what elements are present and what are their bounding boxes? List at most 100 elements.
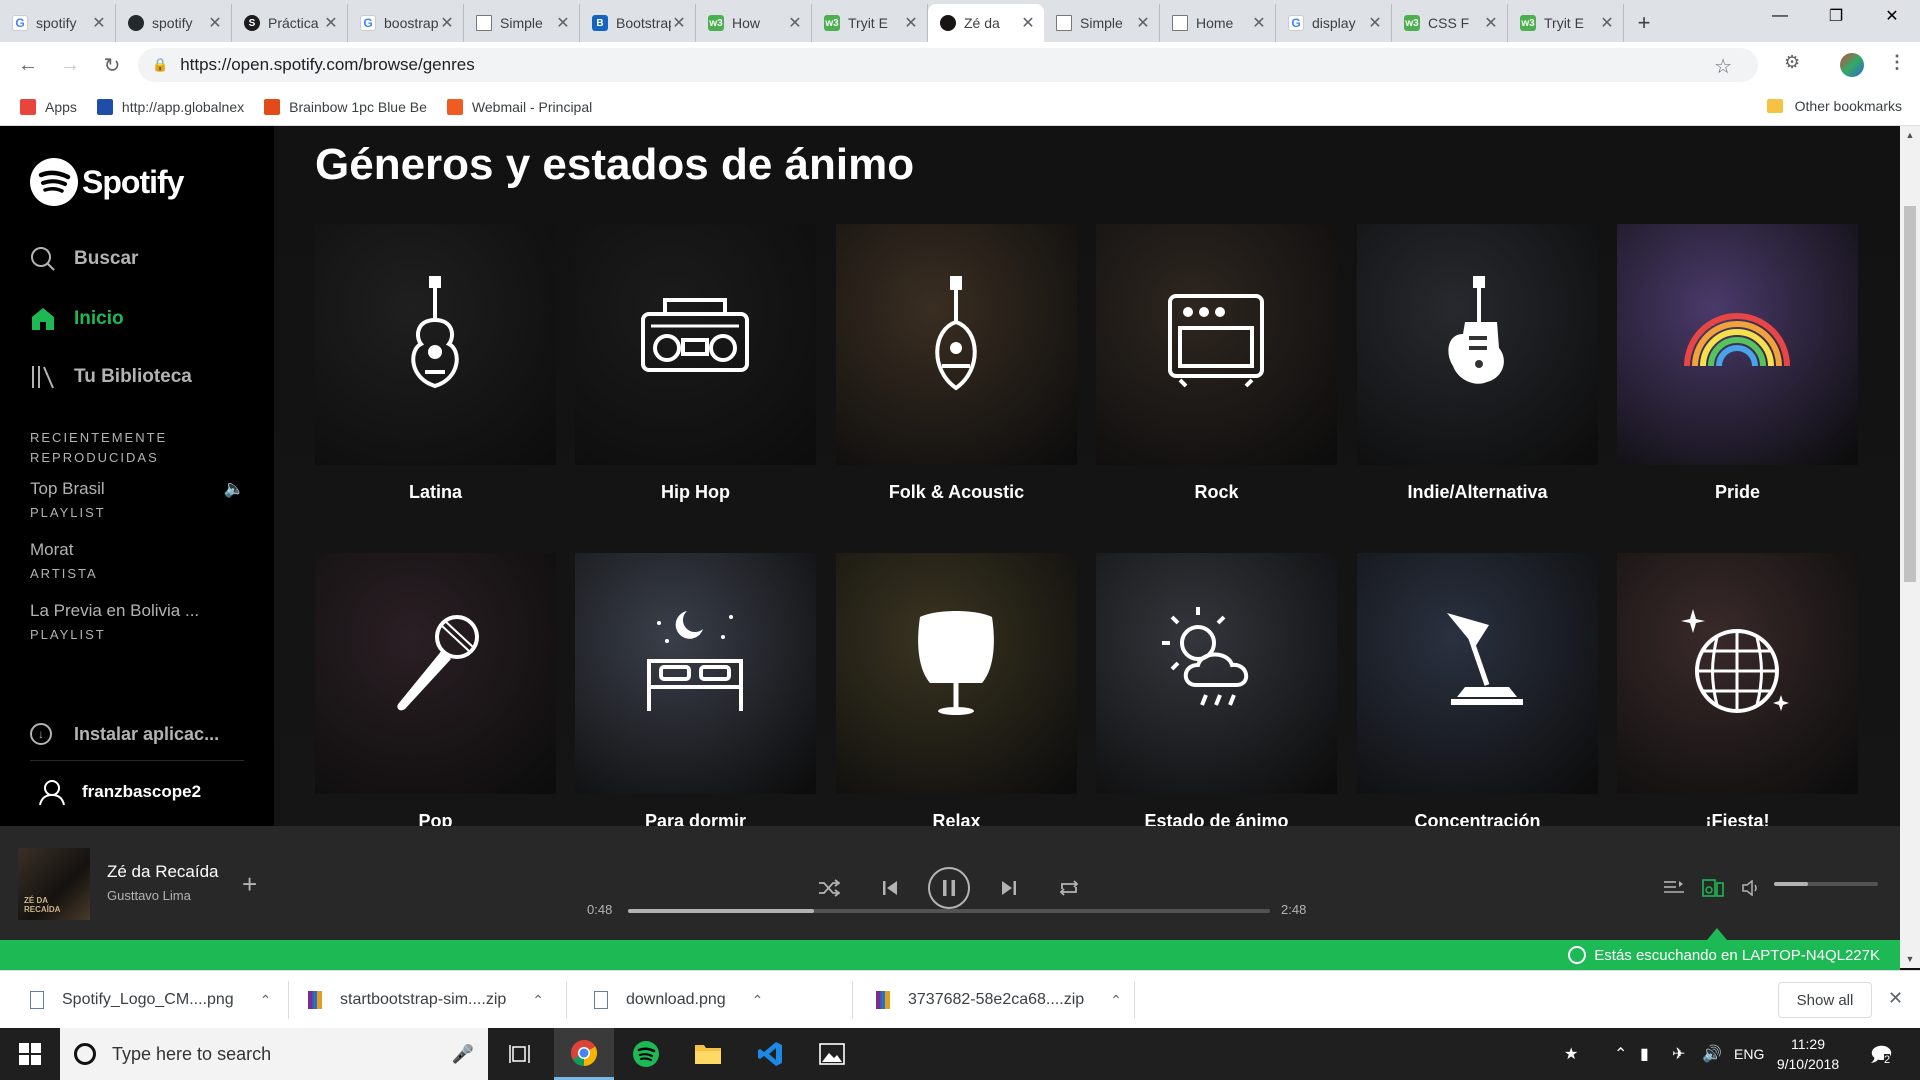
tab-close-icon[interactable]: ✕: [1599, 13, 1615, 33]
chevron-up-icon[interactable]: ⌃: [1110, 992, 1122, 1009]
genre-card[interactable]: Relax: [836, 553, 1077, 826]
chevron-up-icon[interactable]: ⌃: [752, 992, 764, 1009]
browser-tab[interactable]: Home ✕: [1160, 4, 1276, 42]
close-window-button[interactable]: ✕: [1864, 0, 1920, 32]
start-button[interactable]: [0, 1028, 60, 1080]
browser-tab[interactable]: Simple ✕: [1044, 4, 1160, 42]
genre-card[interactable]: Concentración: [1357, 553, 1598, 826]
spotify-logo[interactable]: Spotify: [30, 158, 184, 206]
forward-button[interactable]: →: [52, 47, 88, 83]
queue-button[interactable]: [1662, 876, 1686, 900]
connect-banner[interactable]: Estás escuchando en LAPTOP-N4QL227K: [0, 940, 1900, 970]
battery-icon[interactable]: ▮: [1640, 1044, 1649, 1064]
microphone-icon[interactable]: 🎤: [452, 1044, 474, 1065]
photos-taskbar-app[interactable]: [802, 1028, 862, 1080]
bookmark-item[interactable]: Brainbow 1pc Blue Be: [264, 98, 427, 115]
download-item[interactable]: 3737682-58e2ca68....zip ⌃: [876, 971, 1122, 1029]
tab-close-icon[interactable]: ✕: [671, 13, 687, 33]
connect-device-button[interactable]: [1701, 876, 1725, 900]
tab-close-icon[interactable]: ✕: [787, 13, 803, 33]
vscode-taskbar-app[interactable]: [740, 1028, 800, 1080]
spotify-taskbar-app[interactable]: [616, 1028, 676, 1080]
browser-tab[interactable]: w3 Tryit E ✕: [812, 4, 928, 42]
menu-icon[interactable]: ⋮: [1888, 52, 1906, 73]
browser-tab[interactable]: B Bootstrap ✕: [580, 4, 696, 42]
show-hidden-icons-icon[interactable]: ⌃: [1614, 1044, 1627, 1064]
close-downloads-button[interactable]: ✕: [1888, 988, 1903, 1009]
recent-item-top-brasil[interactable]: Top Brasil PLAYLIST 🔈: [30, 479, 245, 520]
maximize-window-button[interactable]: ❐: [1808, 0, 1864, 32]
reload-button[interactable]: ↻: [94, 47, 130, 83]
tab-close-icon[interactable]: ✕: [1483, 13, 1499, 33]
pause-button[interactable]: [928, 867, 970, 909]
bookmark-item[interactable]: Webmail - Principal: [446, 98, 592, 115]
genre-card[interactable]: ¡Fiesta!: [1617, 553, 1858, 826]
user-profile-link[interactable]: franzbascope2: [38, 778, 201, 806]
genre-card[interactable]: Pop: [315, 553, 556, 826]
tab-close-icon[interactable]: ✕: [1135, 13, 1151, 33]
bookmark-star-icon[interactable]: ☆: [1714, 54, 1732, 79]
genre-card[interactable]: Indie/Alternativa: [1357, 224, 1598, 503]
volume-slider[interactable]: [1774, 882, 1878, 886]
chevron-up-icon[interactable]: ⌃: [260, 992, 272, 1009]
people-icon[interactable]: ★: [1564, 1044, 1578, 1064]
progress-bar[interactable]: [628, 909, 1270, 913]
chrome-taskbar-app[interactable]: [554, 1028, 614, 1080]
input-language[interactable]: ENG: [1734, 1046, 1764, 1062]
tab-close-icon[interactable]: ✕: [91, 13, 107, 33]
browser-tab[interactable]: w3 Tryit E ✕: [1508, 4, 1624, 42]
browser-tab[interactable]: w3 CSS F ✕: [1392, 4, 1508, 42]
back-button[interactable]: ←: [10, 47, 46, 83]
shuffle-button[interactable]: [815, 874, 843, 902]
repeat-button[interactable]: [1055, 874, 1083, 902]
nav-home[interactable]: Inicio: [30, 306, 124, 332]
nav-library[interactable]: Tu Biblioteca: [30, 364, 192, 390]
minimize-window-button[interactable]: —: [1752, 0, 1808, 32]
install-app-link[interactable]: ↓ Instalar aplicac...: [30, 723, 219, 745]
download-item[interactable]: Spotify_Logo_CM....png ⌃: [30, 971, 271, 1029]
extension-icon[interactable]: ⚙: [1784, 52, 1800, 73]
genre-card[interactable]: Pride: [1617, 224, 1858, 503]
bookmark-item[interactable]: http://app.globalnex: [96, 98, 244, 115]
genre-card[interactable]: Hip Hop: [575, 224, 816, 503]
genre-card[interactable]: Estado de ánimo: [1096, 553, 1337, 826]
taskbar-search[interactable]: Type here to search 🎤: [60, 1028, 488, 1080]
scroll-up-arrow[interactable]: ▲: [1900, 126, 1920, 144]
genre-card[interactable]: Folk & Acoustic: [836, 224, 1077, 503]
browser-tab[interactable]: spotify ✕: [116, 4, 232, 42]
nav-search[interactable]: Buscar: [30, 246, 138, 272]
tab-close-icon[interactable]: ✕: [1020, 13, 1036, 33]
browser-tab[interactable]: w3 How ✕: [696, 4, 812, 42]
tab-close-icon[interactable]: ✕: [207, 13, 223, 33]
task-view-button[interactable]: [490, 1028, 550, 1080]
tab-close-icon[interactable]: ✕: [555, 13, 571, 33]
browser-tab[interactable]: Gboostrap ✕: [348, 4, 464, 42]
airplane-mode-icon[interactable]: ✈: [1672, 1044, 1685, 1064]
tab-close-icon[interactable]: ✕: [439, 13, 455, 33]
scroll-down-arrow[interactable]: ▼: [1900, 950, 1920, 968]
genre-card[interactable]: Latina: [315, 224, 556, 503]
new-tab-button[interactable]: +: [1624, 4, 1664, 42]
download-item[interactable]: download.png ⌃: [594, 971, 763, 1029]
recent-item-la-previa[interactable]: La Previa en Bolivia ... PLAYLIST: [30, 601, 245, 642]
download-item[interactable]: startbootstrap-sim....zip ⌃: [308, 971, 544, 1029]
browser-tab[interactable]: Gspotify ✕: [0, 4, 116, 42]
volume-tray-icon[interactable]: 🔊: [1702, 1044, 1722, 1064]
browser-tab[interactable]: Zé da ✕: [928, 4, 1044, 42]
genre-card[interactable]: Para dormir: [575, 553, 816, 826]
next-button[interactable]: [995, 874, 1023, 902]
chevron-up-icon[interactable]: ⌃: [532, 992, 544, 1009]
tab-close-icon[interactable]: ✕: [1251, 13, 1267, 33]
tab-close-icon[interactable]: ✕: [323, 13, 339, 33]
file-explorer-taskbar-app[interactable]: [678, 1028, 738, 1080]
tab-close-icon[interactable]: ✕: [903, 13, 919, 33]
scrollbar-thumb[interactable]: [1904, 206, 1916, 582]
previous-button[interactable]: [876, 874, 904, 902]
genre-card[interactable]: Rock: [1096, 224, 1337, 503]
add-to-library-button[interactable]: +: [242, 869, 257, 900]
recent-item-morat[interactable]: Morat ARTISTA: [30, 540, 245, 581]
bookmark-item[interactable]: Apps: [20, 98, 77, 115]
show-all-downloads-button[interactable]: Show all: [1778, 982, 1872, 1018]
other-bookmarks[interactable]: Other bookmarks: [1766, 98, 1902, 114]
track-artist[interactable]: Gusttavo Lima: [107, 888, 191, 903]
